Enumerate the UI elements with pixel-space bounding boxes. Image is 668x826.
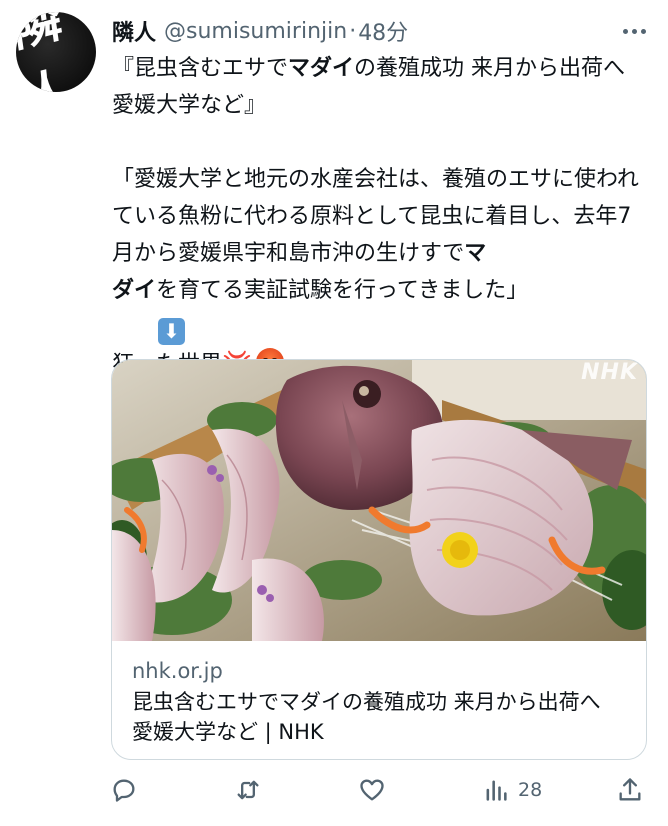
retweet-button[interactable] — [234, 770, 262, 810]
card-image-sashimi[interactable]: NHK — [112, 360, 646, 641]
views-chart-icon — [486, 780, 507, 801]
reply-icon — [113, 779, 135, 802]
share-button[interactable] — [616, 770, 644, 810]
card-title: 昆虫含むエサでマダイの養殖成功 来月から出荷へ 愛媛大学など | NHK — [132, 690, 601, 744]
link-card[interactable]: NHK nhk.or.jp 昆虫含むエサでマダイの養殖成功 来月から出荷へ 愛媛… — [111, 359, 647, 760]
tweet-text-segment: を育てる実証試験を行ってきました」 — [156, 278, 529, 303]
views-count: 28 — [518, 779, 543, 801]
tweet-header: 隣人 @sumisumirinjin · 48分 — [112, 14, 656, 48]
tweet-text-segment: 「愛媛大学と地元の水産会社は、養殖のエサに使われている魚粉に代わる原料として昆虫… — [112, 167, 639, 266]
nhk-watermark: NHK — [581, 360, 638, 385]
display-name[interactable]: 隣人 — [112, 15, 156, 47]
user-handle[interactable]: @sumisumirinjin — [164, 19, 347, 44]
tweet-text: 『昆虫含むエサでマダイの養殖成功 来月から出荷へ 愛媛大学など』 「愛媛大学と地… — [112, 50, 652, 383]
reply-button[interactable] — [110, 770, 138, 810]
card-meta[interactable]: nhk.or.jp 昆虫含むエサでマダイの養殖成功 来月から出荷へ 愛媛大学など… — [112, 641, 646, 759]
tweet-text-bold: マダイ — [288, 56, 355, 81]
like-button[interactable] — [358, 770, 386, 810]
down-arrow-emoji-icon: ⬇ — [158, 318, 185, 345]
avatar[interactable]: 隣人 — [16, 12, 96, 92]
share-icon — [619, 778, 641, 801]
heart-icon — [360, 779, 384, 801]
tweet-text-bold: マ — [464, 241, 487, 266]
tweet-text-bold: ダイ — [112, 278, 157, 303]
timestamp[interactable]: 48分 — [358, 15, 408, 47]
separator-dot: · — [349, 18, 357, 44]
retweet-icon — [237, 780, 259, 800]
more-options-icon[interactable] — [616, 14, 652, 48]
tweet-action-bar: 28 — [110, 770, 650, 810]
tweet-text-segment: 『昆虫含むエサで — [112, 56, 289, 81]
avatar-logo-text: 隣人 — [16, 12, 73, 92]
views-button[interactable]: 28 — [482, 770, 542, 810]
card-domain: nhk.or.jp — [132, 659, 223, 683]
